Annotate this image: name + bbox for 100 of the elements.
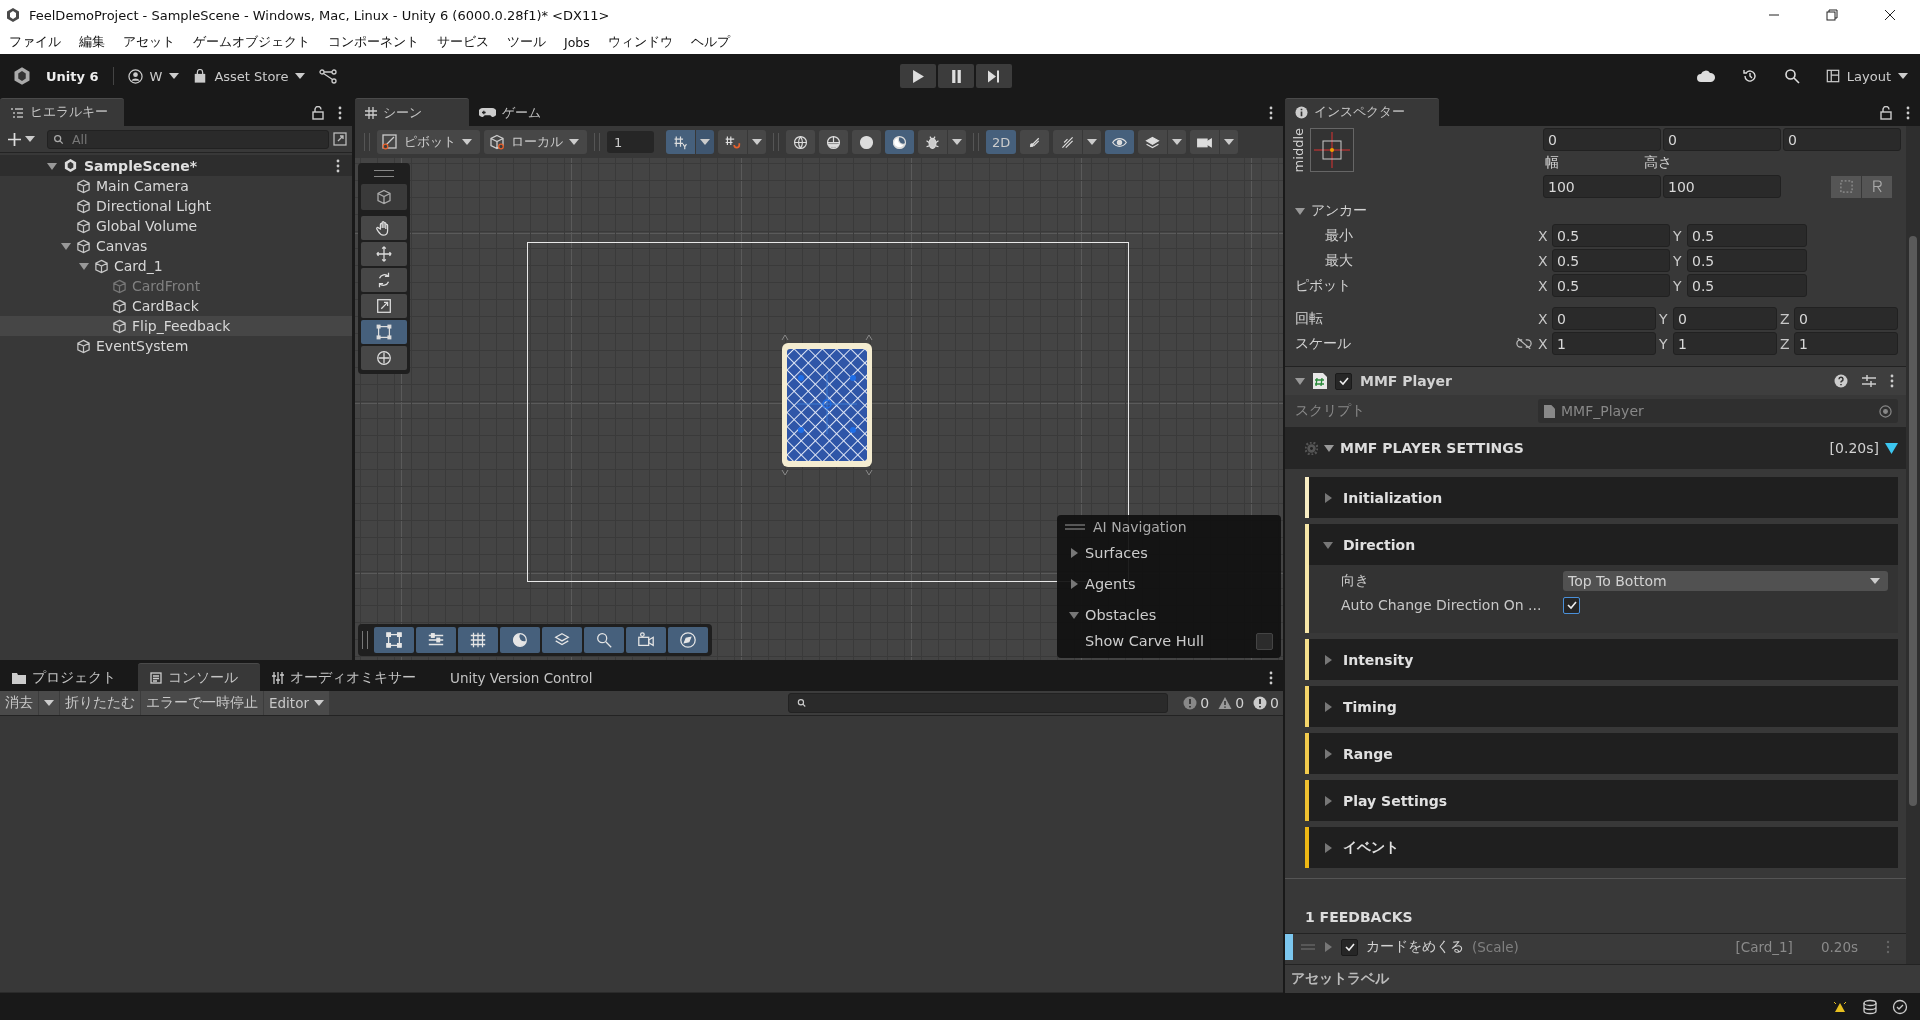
console-tab[interactable]: オーディオミキサー [260,664,438,691]
menu-item[interactable]: ファイル [9,33,61,51]
pause-button[interactable] [938,64,974,88]
foldout-header[interactable]: Direction [1309,524,1898,565]
checkbox[interactable] [1563,596,1580,614]
space-dropdown[interactable]: ローカル [484,130,587,154]
more-icon[interactable] [1890,374,1894,388]
number-field[interactable]: 0.5 [1552,249,1670,272]
hierarchy-item[interactable]: CardBack [0,296,352,316]
enabled-checkbox[interactable] [1341,938,1358,956]
foldout-header[interactable]: Play Settings [1309,780,1898,821]
overlay-button[interactable] [584,627,624,653]
dropdown-button[interactable] [1168,130,1187,154]
menu-item[interactable]: 編集 [79,33,105,51]
tool-button[interactable] [361,346,407,370]
drag-handle-icon[interactable] [374,170,394,177]
menu-item[interactable]: サービス [437,33,489,51]
menu-item[interactable]: Jobs [564,34,590,50]
console-tab[interactable]: コンソール [138,663,260,691]
view-toggle[interactable] [718,130,747,154]
checkbox[interactable] [1256,632,1273,650]
cloud-icon[interactable] [1695,69,1716,83]
toolbar-grip[interactable] [973,133,979,151]
number-field[interactable]: 0.5 [1687,274,1807,297]
collapse-button[interactable]: 折りたたむ [60,691,140,715]
foldout-header[interactable]: Range [1309,733,1898,774]
tool-button[interactable] [361,294,407,318]
number-field[interactable]: 0 [1552,307,1656,330]
collapse-arrow-icon[interactable] [47,160,57,171]
number-field[interactable]: 0 [1673,307,1777,330]
number-field[interactable]: 1 [1552,332,1656,355]
view-toggle[interactable] [1020,130,1050,154]
hierarchy-item[interactable]: Card_1 [0,256,352,276]
foldout-header[interactable]: イベント [1309,827,1898,868]
history-icon[interactable] [1741,68,1758,84]
menu-item[interactable]: アセット [123,33,175,51]
hierarchy-item[interactable]: Directional Light [0,196,352,216]
raw-edit-button[interactable] [1862,175,1892,198]
overlay-button[interactable] [374,627,414,653]
collapse-arrow-icon[interactable] [1295,205,1305,216]
menu-item[interactable]: コンポーネント [328,33,419,51]
search-field[interactable]: All [47,129,329,149]
expand-window-icon[interactable] [333,132,347,146]
number-field[interactable]: 1 [1673,332,1777,355]
scene-tab[interactable]: シーン [355,98,469,126]
asset-store-button[interactable]: Asset Store [193,68,306,84]
clear-options-button[interactable] [39,691,59,715]
log-count-toggle[interactable]: 0 [1179,691,1214,715]
overlay-section[interactable]: Agents [1065,568,1273,599]
expand-arrow-icon[interactable] [1323,942,1333,952]
view-tool[interactable] [361,184,407,210]
more-icon[interactable] [338,106,342,120]
collapse-arrow-icon[interactable] [79,261,89,271]
number-field[interactable]: 0.5 [1687,249,1807,272]
dropdown-arrow-icon[interactable] [1885,442,1898,454]
inspector-tab[interactable]: インスペクター [1285,98,1439,126]
number-field[interactable]: 0.5 [1552,274,1670,297]
overlay-button[interactable] [668,627,708,653]
tool-button[interactable] [361,242,407,266]
number-field[interactable]: 0.5 [1552,224,1670,247]
console-tab[interactable]: Unity Version Control [438,664,615,691]
search-icon[interactable] [1783,68,1800,84]
scene-tab[interactable]: ゲーム [469,99,555,126]
error-count-toggle[interactable]: 0 [1249,691,1283,715]
error-pause-button[interactable]: エラーで一時停止 [141,691,263,715]
tool-button[interactable] [361,216,407,240]
tool-button[interactable] [361,320,407,344]
clear-button[interactable]: 消去 [0,691,38,715]
hierarchy-item[interactable]: Flip_Feedback [0,316,352,336]
number-field[interactable]: 1 [1794,332,1898,355]
more-icon[interactable] [1906,106,1910,120]
hierarchy-item[interactable]: EventSystem [0,336,352,356]
foldout-header[interactable]: Intensity [1309,639,1898,680]
add-button[interactable] [8,132,35,146]
view-toggle[interactable] [819,130,848,154]
overlay-button[interactable] [458,627,498,653]
overlay-section[interactable]: Obstacles [1065,599,1273,630]
hierarchy-item[interactable]: Canvas [0,236,352,256]
view-toggle[interactable] [1105,130,1135,154]
pivot-dropdown[interactable]: ピボット [377,130,480,154]
lock-icon[interactable] [1880,106,1892,120]
hierarchy-tab[interactable]: ヒエラルキー [0,98,124,126]
search-field[interactable] [788,693,1169,713]
tool-button[interactable] [361,268,407,292]
overlay-button[interactable] [626,627,666,653]
presets-icon[interactable] [1862,374,1876,388]
menu-item[interactable]: ツール [507,33,546,51]
play-button[interactable] [900,64,936,88]
layout-button[interactable]: Layout [1825,68,1908,84]
dropdown-button[interactable] [1220,130,1239,154]
dropdown-button[interactable] [948,130,966,154]
dropdown-button[interactable] [696,130,714,154]
number-field[interactable]: 0 [1663,128,1781,151]
lock-icon[interactable] [312,106,324,120]
console-tab[interactable]: プロジェクト [0,664,138,691]
dropdown-button[interactable] [1083,130,1102,154]
collapse-arrow-icon[interactable] [1324,443,1334,453]
2d-toggle[interactable]: 2D [986,130,1017,154]
foldout-header[interactable]: Timing [1309,686,1898,727]
editor-dropdown[interactable]: Editor [264,691,329,715]
